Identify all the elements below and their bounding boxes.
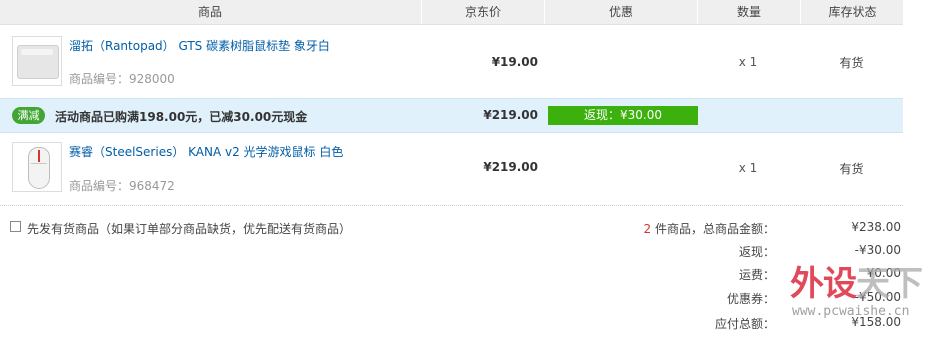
product-code: 商品编号：968472 [69, 179, 175, 193]
summary-coupon-label: 优惠券： [726, 292, 775, 306]
mouse-image [28, 147, 50, 189]
header-product: 商品 [197, 5, 222, 19]
summary-total-label: 2 件商品，总商品金额： [644, 220, 775, 237]
header-quantity: 数量 [697, 0, 800, 24]
product-price: ¥219.00 [483, 160, 538, 174]
summary-coupon-value: -¥50.00 [854, 290, 901, 304]
summary-cashback-label: 返现： [738, 245, 775, 259]
divider [0, 205, 903, 206]
product-quantity: x 1 [738, 55, 758, 69]
product-name-link[interactable]: 赛睿（SteelSeries） KANA v2 光学游戏鼠标 白色 [69, 143, 343, 160]
summary-coupon-row: 优惠券： -¥50.00 [600, 290, 903, 308]
item-count-suffix: 件商品，总商品金额： [651, 222, 775, 236]
product-code: 商品编号：928000 [69, 72, 175, 86]
product-quantity: x 1 [738, 161, 758, 175]
mouse-thumbnail[interactable] [12, 142, 62, 192]
table-header: 商品 京东价 优惠 数量 库存状态 [0, 0, 903, 25]
mousepad-image [17, 45, 59, 79]
cashback-badge: 返现：¥30.00 [548, 106, 698, 125]
table-row: 溜拓（Rantopad） GTS 碳素树脂鼠标垫 象牙白 商品编号：928000… [0, 25, 903, 98]
summary-shipping-label: 运费： [738, 268, 775, 282]
promotion-price: ¥219.00 [483, 108, 538, 122]
promotion-badge: 满减 [12, 107, 45, 124]
stock-status: 有货 [839, 56, 864, 70]
ship-available-first-label: 先发有货商品（如果订单部分商品缺货，优先配送有货商品） [27, 222, 352, 236]
table-row: 赛睿（SteelSeries） KANA v2 光学游戏鼠标 白色 商品编号：9… [0, 132, 903, 204]
summary-cashback-value: -¥30.00 [854, 243, 901, 257]
summary-payable-label: 应付总额： [714, 317, 775, 331]
stock-status: 有货 [839, 162, 864, 176]
summary-payable-value: ¥158.00 [851, 315, 901, 329]
summary-shipping-row: 运费： ¥0.00 [600, 266, 903, 284]
promotion-row: 满减 活动商品已购满198.00元，已减30.00元现金 ¥219.00 返现：… [0, 98, 903, 133]
promotion-text: 活动商品已购满198.00元，已减30.00元现金 [55, 110, 308, 124]
summary-cashback-row: 返现： -¥30.00 [600, 243, 903, 261]
summary-shipping-value: ¥0.00 [866, 266, 901, 280]
summary-payable-row: 应付总额： ¥158.00 [600, 315, 903, 333]
product-name-link[interactable]: 溜拓（Rantopad） GTS 碳素树脂鼠标垫 象牙白 [69, 37, 330, 54]
summary-total-row: 2 件商品，总商品金额： ¥238.00 [600, 220, 903, 238]
cart-table: 商品 京东价 优惠 数量 库存状态 溜拓（Rantopad） GTS 碳素树脂鼠… [0, 0, 903, 348]
header-discount: 优惠 [544, 0, 697, 24]
product-price: ¥19.00 [491, 55, 538, 69]
mousepad-thumbnail[interactable] [12, 36, 62, 86]
ship-available-first-checkbox[interactable] [10, 221, 21, 232]
summary-total-value: ¥238.00 [851, 220, 901, 234]
header-price: 京东价 [421, 0, 544, 24]
header-stock: 库存状态 [800, 0, 904, 24]
